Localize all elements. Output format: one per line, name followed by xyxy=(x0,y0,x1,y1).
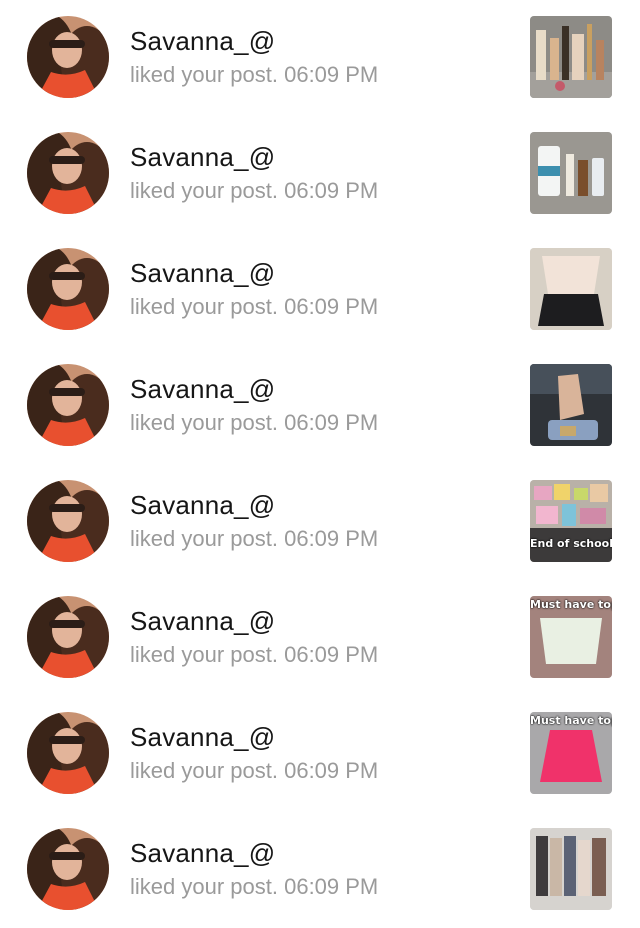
notification-text: liked your post. 06:09 PM xyxy=(130,642,378,668)
avatar[interactable] xyxy=(27,480,109,562)
timestamp: 06:09 PM xyxy=(284,410,379,435)
action-text: liked your post. xyxy=(130,178,278,203)
username[interactable]: Savanna_@ xyxy=(130,722,275,753)
notification-text: liked your post. 06:09 PM xyxy=(130,178,378,204)
makeup-products-thumbnail[interactable] xyxy=(530,16,612,98)
notification-row[interactable]: Savanna_@ liked your post. 06:09 PM Must… xyxy=(0,696,640,812)
action-text: liked your post. xyxy=(130,526,278,551)
thumbnail-caption: Must have top xyxy=(530,598,612,611)
notification-row[interactable]: Savanna_@ liked your post. 06:09 PM xyxy=(0,812,640,928)
timestamp: 06:09 PM xyxy=(284,874,379,899)
notification-text: liked your post. 06:09 PM xyxy=(130,410,378,436)
notification-row[interactable]: Savanna_@ liked your post. 06:09 PM End … xyxy=(0,464,640,580)
username[interactable]: Savanna_@ xyxy=(130,606,275,637)
action-text: liked your post. xyxy=(130,62,278,87)
timestamp: 06:09 PM xyxy=(284,178,379,203)
thumbnail-caption: End of school xyxy=(530,537,612,550)
timestamp: 06:09 PM xyxy=(284,526,379,551)
action-text: liked your post. xyxy=(130,410,278,435)
avatar[interactable] xyxy=(27,596,109,678)
action-text: liked your post. xyxy=(130,874,278,899)
notification-list: Savanna_@ liked your post. 06:09 PM Sava… xyxy=(0,0,640,910)
clothes-rack-thumbnail[interactable] xyxy=(530,828,612,910)
white-top-thumbnail[interactable]: Must have top xyxy=(530,596,612,678)
avatar[interactable] xyxy=(27,828,109,910)
username[interactable]: Savanna_@ xyxy=(130,490,275,521)
username[interactable]: Savanna_@ xyxy=(130,142,275,173)
notification-row[interactable]: Savanna_@ liked your post. 06:09 PM xyxy=(0,232,640,348)
skincare-products-thumbnail[interactable] xyxy=(530,132,612,214)
action-text: liked your post. xyxy=(130,294,278,319)
timestamp: 06:09 PM xyxy=(284,62,379,87)
thumbnail-caption: Must have top xyxy=(530,714,612,727)
username[interactable]: Savanna_@ xyxy=(130,258,275,289)
notification-row[interactable]: Savanna_@ liked your post. 06:09 PM xyxy=(0,116,640,232)
avatar[interactable] xyxy=(27,16,109,98)
avatar[interactable] xyxy=(27,248,109,330)
timestamp: 06:09 PM xyxy=(284,294,379,319)
notification-text: liked your post. 06:09 PM xyxy=(130,874,378,900)
timestamp: 06:09 PM xyxy=(284,758,379,783)
notification-row[interactable]: Savanna_@ liked your post. 06:09 PM Must… xyxy=(0,580,640,696)
school-haul-thumbnail[interactable]: End of school xyxy=(530,480,612,562)
outfit-thumbnail[interactable] xyxy=(530,248,612,330)
username[interactable]: Savanna_@ xyxy=(130,374,275,405)
action-text: liked your post. xyxy=(130,758,278,783)
pink-top-thumbnail[interactable]: Must have top xyxy=(530,712,612,794)
notification-text: liked your post. 06:09 PM xyxy=(130,294,378,320)
notification-text: liked your post. 06:09 PM xyxy=(130,62,378,88)
username[interactable]: Savanna_@ xyxy=(130,26,275,57)
action-text: liked your post. xyxy=(130,642,278,667)
notification-row[interactable]: Savanna_@ liked your post. 06:09 PM xyxy=(0,348,640,464)
avatar[interactable] xyxy=(27,712,109,794)
timestamp: 06:09 PM xyxy=(284,642,379,667)
avatar[interactable] xyxy=(27,364,109,446)
notification-row[interactable]: Savanna_@ liked your post. 06:09 PM xyxy=(0,0,640,116)
notification-text: liked your post. 06:09 PM xyxy=(130,758,378,784)
notification-text: liked your post. 06:09 PM xyxy=(130,526,378,552)
car-selfie-thumbnail[interactable] xyxy=(530,364,612,446)
avatar[interactable] xyxy=(27,132,109,214)
username[interactable]: Savanna_@ xyxy=(130,838,275,869)
